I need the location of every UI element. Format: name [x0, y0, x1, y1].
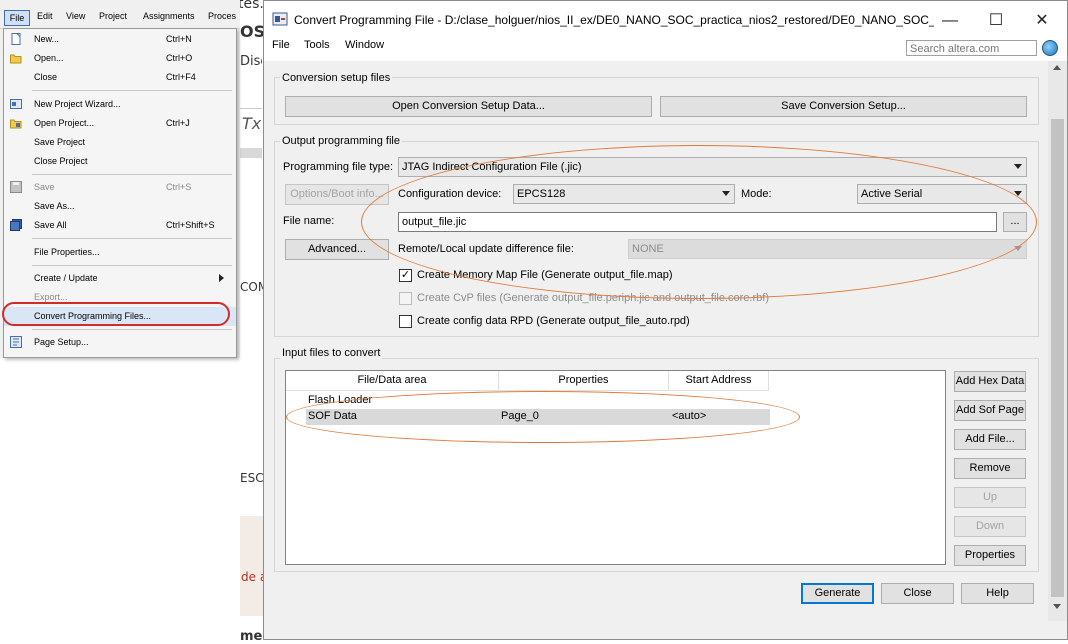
- menu-item-file-properties[interactable]: File Properties...: [4, 243, 236, 262]
- open-project-icon: [10, 117, 22, 129]
- page-setup-icon: [10, 336, 22, 348]
- menu-separator: [32, 238, 232, 239]
- output-programming-file-title: Output programming file: [280, 135, 402, 147]
- background-strip: [240, 148, 262, 158]
- menu-file[interactable]: File: [4, 10, 30, 26]
- menu-item-close[interactable]: Close Ctrl+F4: [4, 68, 236, 87]
- close-window-button[interactable]: ✕: [1019, 7, 1065, 35]
- background-text-os: OS: [240, 22, 266, 41]
- cvp-files-checkbox[interactable]: [399, 292, 412, 305]
- help-button[interactable]: Help: [961, 583, 1034, 604]
- menu-project[interactable]: Project: [99, 11, 127, 21]
- menu-item-new[interactable]: New... Ctrl+N: [4, 30, 236, 49]
- menu-item-create-update[interactable]: Create / Update: [4, 269, 236, 288]
- menu-separator: [32, 265, 232, 266]
- scroll-up-arrow-icon[interactable]: [1053, 65, 1061, 70]
- open-conversion-setup-button[interactable]: Open Conversion Setup Data...: [285, 96, 652, 117]
- globe-icon[interactable]: [1042, 40, 1058, 56]
- scroll-down-arrow-icon[interactable]: [1053, 604, 1061, 609]
- background-panel: [240, 516, 264, 616]
- open-folder-icon: [10, 52, 22, 64]
- dialog-titlebar[interactable]: Convert Programming File - D:/clase_holg…: [264, 1, 1067, 37]
- output-settings-highlight-oval: [361, 145, 1037, 299]
- add-sof-page-button[interactable]: Add Sof Page: [954, 400, 1026, 421]
- save-icon: [10, 181, 22, 193]
- up-button[interactable]: Up: [954, 487, 1026, 508]
- scrollbar-thumb[interactable]: [1051, 119, 1064, 597]
- minimize-button[interactable]: —: [927, 7, 973, 35]
- programming-file-type-label: Programming file type:: [283, 161, 394, 173]
- dialog-content: Conversion setup files Open Conversion S…: [264, 61, 1048, 621]
- dialog-vertical-scrollbar[interactable]: [1048, 61, 1067, 621]
- menu-item-save-as[interactable]: Save As...: [4, 197, 236, 216]
- dialog-menu-window[interactable]: Window: [345, 39, 384, 51]
- save-conversion-setup-button[interactable]: Save Conversion Setup...: [660, 96, 1027, 117]
- down-button[interactable]: Down: [954, 516, 1026, 537]
- close-button[interactable]: Close: [881, 583, 954, 604]
- background-text-dea: de a: [241, 570, 265, 584]
- convert-item-highlight-oval: [2, 302, 230, 326]
- maximize-button[interactable]: ☐: [973, 7, 1019, 35]
- add-hex-data-button[interactable]: Add Hex Data: [954, 371, 1026, 392]
- menu-edit[interactable]: Edit: [37, 11, 53, 21]
- file-name-label: File name:: [283, 215, 335, 227]
- column-header-start-address[interactable]: Start Address: [669, 371, 769, 391]
- properties-button[interactable]: Properties: [954, 545, 1026, 566]
- background-text-tx: Tx: [242, 114, 262, 133]
- menu-item-page-setup[interactable]: Page Setup...: [4, 333, 236, 352]
- dialog-title: Convert Programming File - D:/clase_holg…: [294, 13, 934, 27]
- menu-assignments[interactable]: Assignments: [143, 11, 195, 21]
- menu-item-new-project-wizard[interactable]: New Project Wizard...: [4, 95, 236, 114]
- add-file-button[interactable]: Add File...: [954, 429, 1026, 450]
- dialog-menu-tools[interactable]: Tools: [304, 39, 330, 51]
- conversion-setup-title: Conversion setup files: [280, 72, 393, 84]
- memory-map-checkbox[interactable]: ✓: [399, 269, 412, 282]
- quartus-menubar: File Edit View Project Assignments Proce…: [0, 8, 240, 29]
- background-text-esc: ESC: [240, 471, 264, 485]
- background-text-dise: Dise: [240, 54, 262, 69]
- input-files-title: Input files to convert: [280, 347, 383, 359]
- background-text-com: COM: [240, 280, 264, 294]
- wizard-icon: [10, 98, 22, 110]
- quartus-window: File Edit View Project Assignments Proce…: [0, 0, 240, 358]
- sof-data-highlight-oval: [286, 391, 800, 443]
- menu-item-open[interactable]: Open... Ctrl+O: [4, 49, 236, 68]
- chevron-down-icon: [1014, 164, 1022, 169]
- new-file-icon: [10, 33, 22, 45]
- dialog-menu-file[interactable]: File: [272, 39, 290, 51]
- dialog-menubar: File Tools Window Search altera.com: [264, 37, 1067, 61]
- background-toolbar-strip: [240, 86, 262, 109]
- app-icon: [272, 11, 288, 27]
- submenu-arrow-icon: [219, 274, 224, 282]
- remove-button[interactable]: Remove: [954, 458, 1026, 479]
- config-data-rpd-checkbox[interactable]: [399, 315, 412, 328]
- config-data-rpd-label: Create config data RPD (Generate output_…: [417, 315, 690, 327]
- menu-item-save-project[interactable]: Save Project: [4, 133, 236, 152]
- menu-separator: [32, 329, 232, 330]
- menu-item-close-project[interactable]: Close Project: [4, 152, 236, 171]
- menu-view[interactable]: View: [66, 11, 85, 21]
- menu-item-save-all[interactable]: Save All Ctrl+Shift+S: [4, 216, 236, 235]
- column-header-file-data-area[interactable]: File/Data area: [286, 371, 499, 391]
- search-input[interactable]: Search altera.com: [906, 40, 1037, 56]
- convert-programming-file-dialog: Convert Programming File - D:/clase_holg…: [263, 0, 1068, 640]
- save-all-icon: [10, 219, 22, 231]
- menu-item-save[interactable]: Save Ctrl+S: [4, 178, 236, 197]
- menu-processing[interactable]: Proces: [208, 11, 236, 21]
- menu-separator: [32, 90, 232, 91]
- menu-item-open-project[interactable]: Open Project... Ctrl+J: [4, 114, 236, 133]
- generate-button[interactable]: Generate: [801, 583, 874, 604]
- column-header-properties[interactable]: Properties: [499, 371, 669, 391]
- menu-separator: [32, 174, 232, 175]
